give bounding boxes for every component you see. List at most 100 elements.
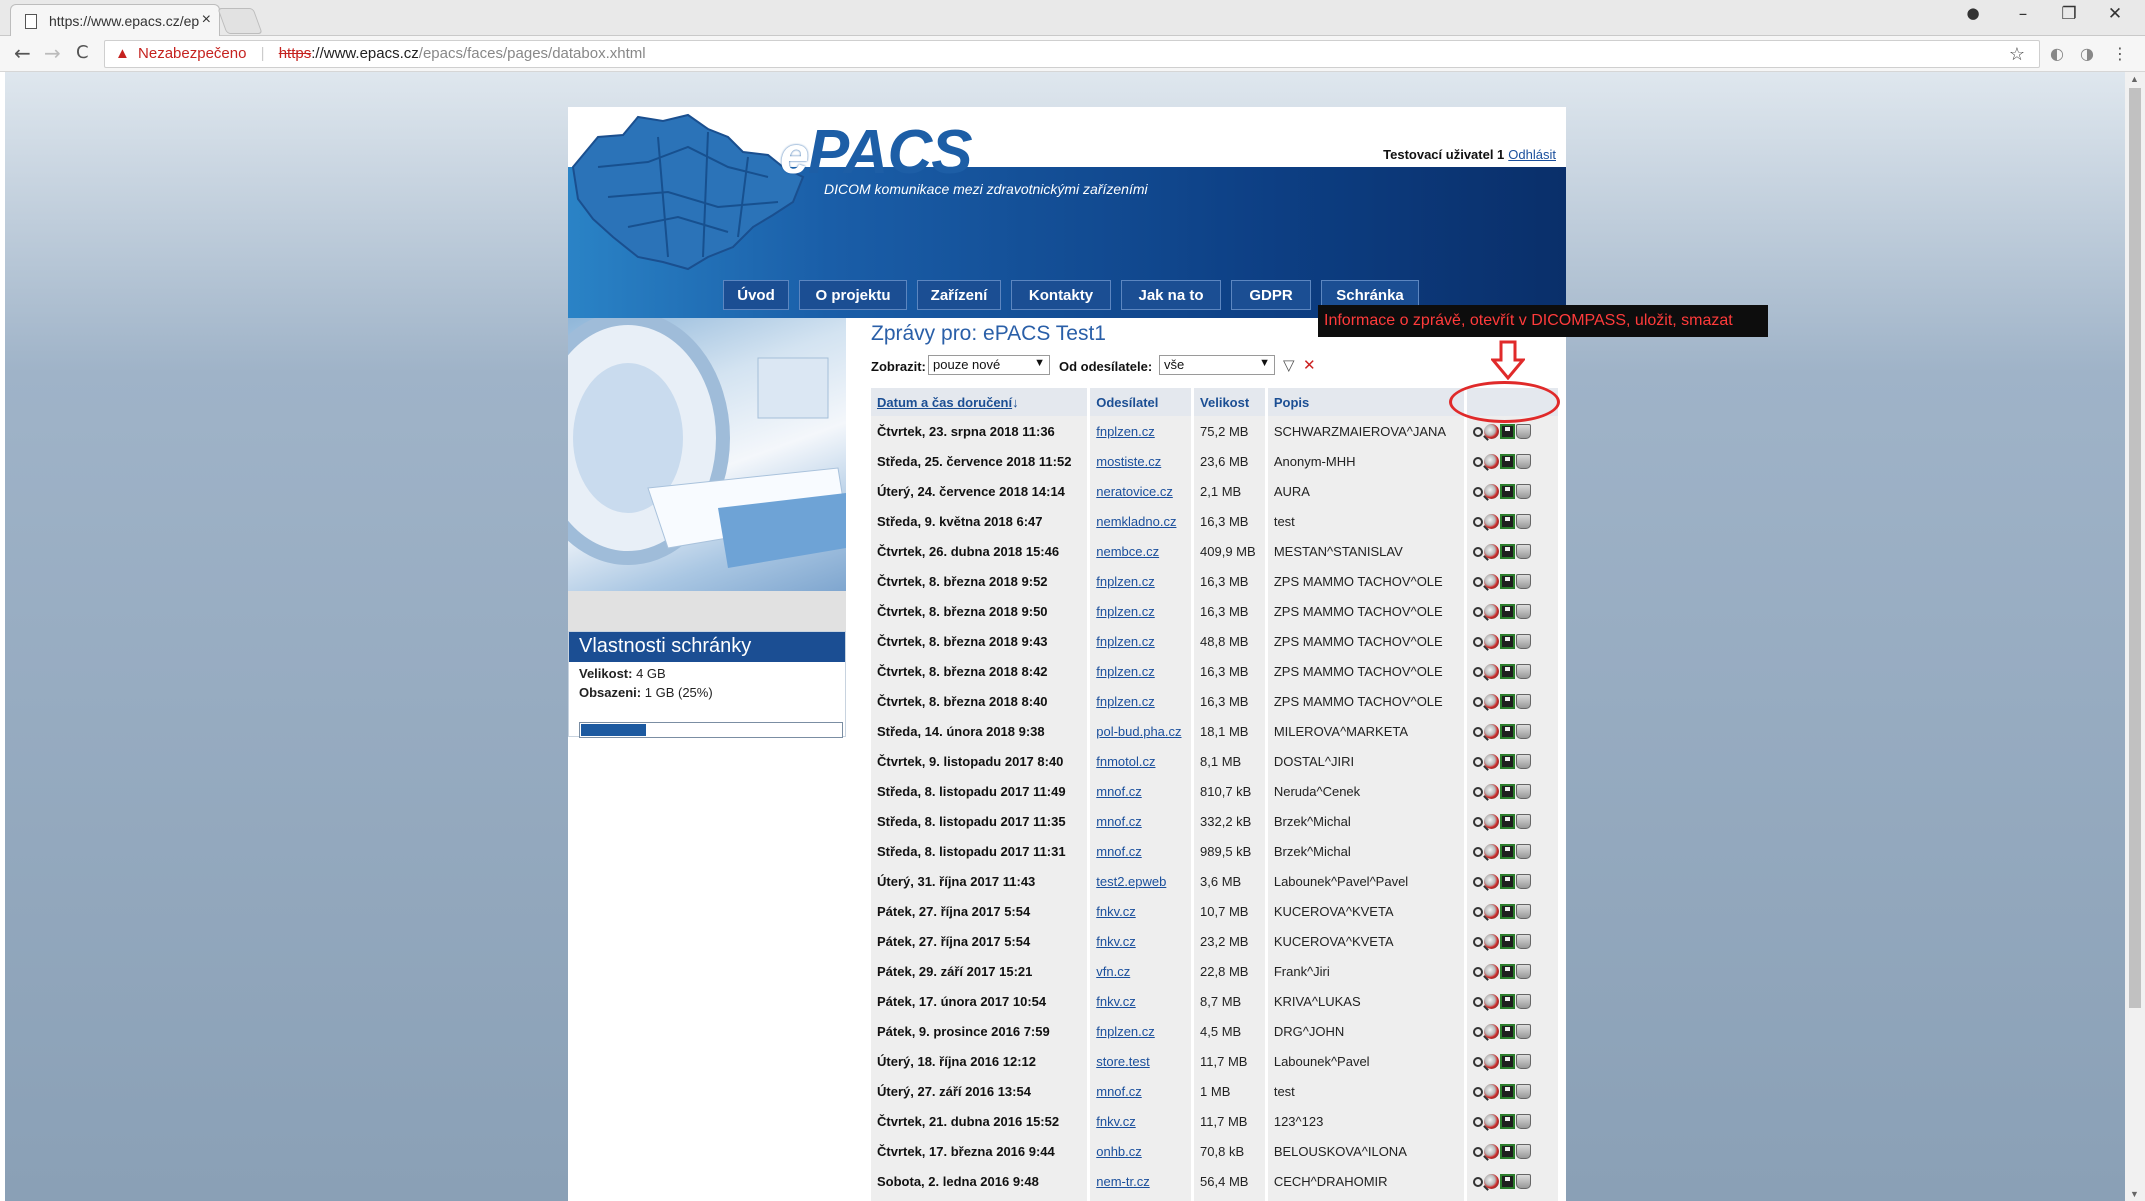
sort-desc-icon[interactable]: ↓ <box>1012 395 1019 410</box>
dicompass-open-icon[interactable] <box>1484 814 1500 830</box>
table-row[interactable]: Úterý, 27. září 2016 13:54 mnof.cz 1 MB tes… <box>871 1076 1561 1106</box>
table-row[interactable]: Čtvrtek, 17. března 2016 9:44 onhb.cz 70,8… <box>871 1136 1561 1166</box>
sender-link[interactable]: nembce.cz <box>1096 544 1159 559</box>
sender-link[interactable]: fnplzen.cz <box>1096 1024 1155 1039</box>
table-row[interactable]: Pátek, 17. února 2017 10:54 fnkv.cz 8,7 MB… <box>871 986 1561 1016</box>
table-row[interactable]: Čtvrtek, 8. března 2018 8:42 fnplzen.cz 16… <box>871 656 1561 686</box>
sender-link[interactable]: nem-tr.cz <box>1096 1174 1149 1189</box>
menu-item-zarizeni[interactable]: Zařízení <box>917 280 1001 310</box>
info-icon[interactable] <box>1473 1086 1484 1097</box>
delete-icon[interactable] <box>1516 664 1532 680</box>
table-row[interactable]: Čtvrtek, 8. března 2018 9:43 fnplzen.cz 48… <box>871 626 1561 656</box>
save-icon[interactable] <box>1500 604 1516 620</box>
extension-icon[interactable]: ◐ <box>2050 44 2064 63</box>
column-description[interactable]: Popis <box>1266 388 1468 416</box>
reload-icon[interactable]: C <box>76 42 89 63</box>
dicompass-open-icon[interactable] <box>1484 874 1500 890</box>
save-icon[interactable] <box>1500 664 1516 680</box>
info-icon[interactable] <box>1473 996 1484 1007</box>
browser-menu-icon[interactable]: ⋮ <box>2112 44 2128 63</box>
delete-icon[interactable] <box>1516 1144 1532 1160</box>
dicompass-open-icon[interactable] <box>1484 634 1500 650</box>
table-row[interactable]: Úterý, 24. července 2018 14:14 neratovice… <box>871 476 1561 506</box>
menu-item-kontakty[interactable]: Kontakty <box>1011 280 1111 310</box>
table-row[interactable]: Čtvrtek, 8. března 2018 9:52 fnplzen.cz 16… <box>871 566 1561 596</box>
info-icon[interactable] <box>1473 756 1484 767</box>
sender-link[interactable]: neratovice.cz <box>1096 484 1173 499</box>
info-icon[interactable] <box>1473 426 1484 437</box>
filter-icon[interactable]: ▽ <box>1283 356 1295 374</box>
dicompass-open-icon[interactable] <box>1484 1054 1500 1070</box>
delete-icon[interactable] <box>1516 484 1532 500</box>
sender-link[interactable]: mostiste.cz <box>1096 454 1161 469</box>
save-icon[interactable] <box>1500 724 1516 740</box>
minimize-button[interactable]: – <box>2000 4 2046 24</box>
delete-icon[interactable] <box>1516 574 1532 590</box>
table-row[interactable]: Čtvrtek, 23. srpna 2018 11:36 fnplzen.cz 7… <box>871 416 1561 446</box>
save-icon[interactable] <box>1500 1144 1516 1160</box>
info-icon[interactable] <box>1473 576 1484 587</box>
menu-item-uvod[interactable]: Úvod <box>723 280 789 310</box>
table-row[interactable]: Středa, 8. listopadu 2017 11:31 mnof.cz 98… <box>871 836 1561 866</box>
info-icon[interactable] <box>1473 1116 1484 1127</box>
save-icon[interactable] <box>1500 544 1516 560</box>
info-icon[interactable] <box>1473 1026 1484 1037</box>
sender-link[interactable]: fnplzen.cz <box>1096 664 1155 679</box>
save-icon[interactable] <box>1500 424 1516 440</box>
dicompass-open-icon[interactable] <box>1484 1174 1500 1190</box>
table-row[interactable]: Pátek, 9. prosince 2016 7:59 fnplzen.cz 4,… <box>871 1016 1561 1046</box>
save-icon[interactable] <box>1500 454 1516 470</box>
show-filter-select[interactable]: pouze nové ▼ <box>928 355 1050 375</box>
delete-icon[interactable] <box>1516 1054 1532 1070</box>
table-row[interactable]: Středa, 9. května 2018 6:47 nemkladno.cz 1… <box>871 506 1561 536</box>
sender-link[interactable]: fnkv.cz <box>1096 994 1136 1009</box>
save-icon[interactable] <box>1500 994 1516 1010</box>
delete-icon[interactable] <box>1516 634 1532 650</box>
save-icon[interactable] <box>1500 844 1516 860</box>
delete-icon[interactable] <box>1516 424 1532 440</box>
restore-button[interactable]: ❐ <box>2046 4 2092 24</box>
delete-icon[interactable] <box>1516 604 1532 620</box>
dicompass-open-icon[interactable] <box>1484 904 1500 920</box>
sender-filter-select[interactable]: vše ▼ <box>1159 355 1275 375</box>
sender-link[interactable]: fnplzen.cz <box>1096 604 1155 619</box>
info-icon[interactable] <box>1473 966 1484 977</box>
address-bar[interactable]: ▲ Nezabezpečeno | https://www.epacs.cz/e… <box>104 40 2040 68</box>
table-row[interactable]: Pátek, 27. října 2017 5:54 fnkv.cz 23,2 MB… <box>871 926 1561 956</box>
dicompass-open-icon[interactable] <box>1484 1084 1500 1100</box>
save-icon[interactable] <box>1500 694 1516 710</box>
menu-item-jak-na-to[interactable]: Jak na to <box>1121 280 1221 310</box>
save-icon[interactable] <box>1500 814 1516 830</box>
dicompass-open-icon[interactable] <box>1484 964 1500 980</box>
scroll-up-icon[interactable]: ▲ <box>2130 74 2139 84</box>
dicompass-open-icon[interactable] <box>1484 664 1500 680</box>
delete-icon[interactable] <box>1516 694 1532 710</box>
sender-link[interactable]: test2.epweb <box>1096 874 1166 889</box>
extension-icon-2[interactable]: ◑ <box>2080 44 2094 63</box>
delete-icon[interactable] <box>1516 874 1532 890</box>
sender-link[interactable]: onhb.cz <box>1096 1144 1142 1159</box>
table-row[interactable]: Sobota, 2. ledna 2016 9:48 nem-tr.cz 56,4 … <box>871 1166 1561 1196</box>
sender-link[interactable]: nemkladno.cz <box>1096 514 1176 529</box>
delete-icon[interactable] <box>1516 994 1532 1010</box>
dicompass-open-icon[interactable] <box>1484 574 1500 590</box>
sender-link[interactable]: pol-bud.pha.cz <box>1096 724 1181 739</box>
page-scrollbar[interactable]: ▲ ▼ <box>2125 72 2145 1201</box>
table-row[interactable]: Středa, 8. listopadu 2017 11:35 mnof.cz 33… <box>871 806 1561 836</box>
column-size[interactable]: Velikost <box>1192 388 1268 416</box>
table-row[interactable]: Čtvrtek, 21. dubna 2016 15:52 fnkv.cz 11,7… <box>871 1106 1561 1136</box>
delete-icon[interactable] <box>1516 1174 1532 1190</box>
clear-filter-icon[interactable]: ✕ <box>1303 356 1316 374</box>
delete-icon[interactable] <box>1516 934 1532 950</box>
column-sender[interactable]: Odesílatel <box>1088 388 1195 416</box>
logout-link[interactable]: Odhlásit <box>1508 147 1556 162</box>
info-icon[interactable] <box>1473 726 1484 737</box>
dicompass-open-icon[interactable] <box>1484 1024 1500 1040</box>
table-row[interactable]: Středa, 8. listopadu 2017 11:49 mnof.cz 81… <box>871 776 1561 806</box>
delete-icon[interactable] <box>1516 1114 1532 1130</box>
save-icon[interactable] <box>1500 484 1516 500</box>
sender-link[interactable]: mnof.cz <box>1096 1084 1142 1099</box>
delete-icon[interactable] <box>1516 904 1532 920</box>
dicompass-open-icon[interactable] <box>1484 724 1500 740</box>
table-row[interactable]: Čtvrtek, 8. března 2018 9:50 fnplzen.cz 16… <box>871 596 1561 626</box>
